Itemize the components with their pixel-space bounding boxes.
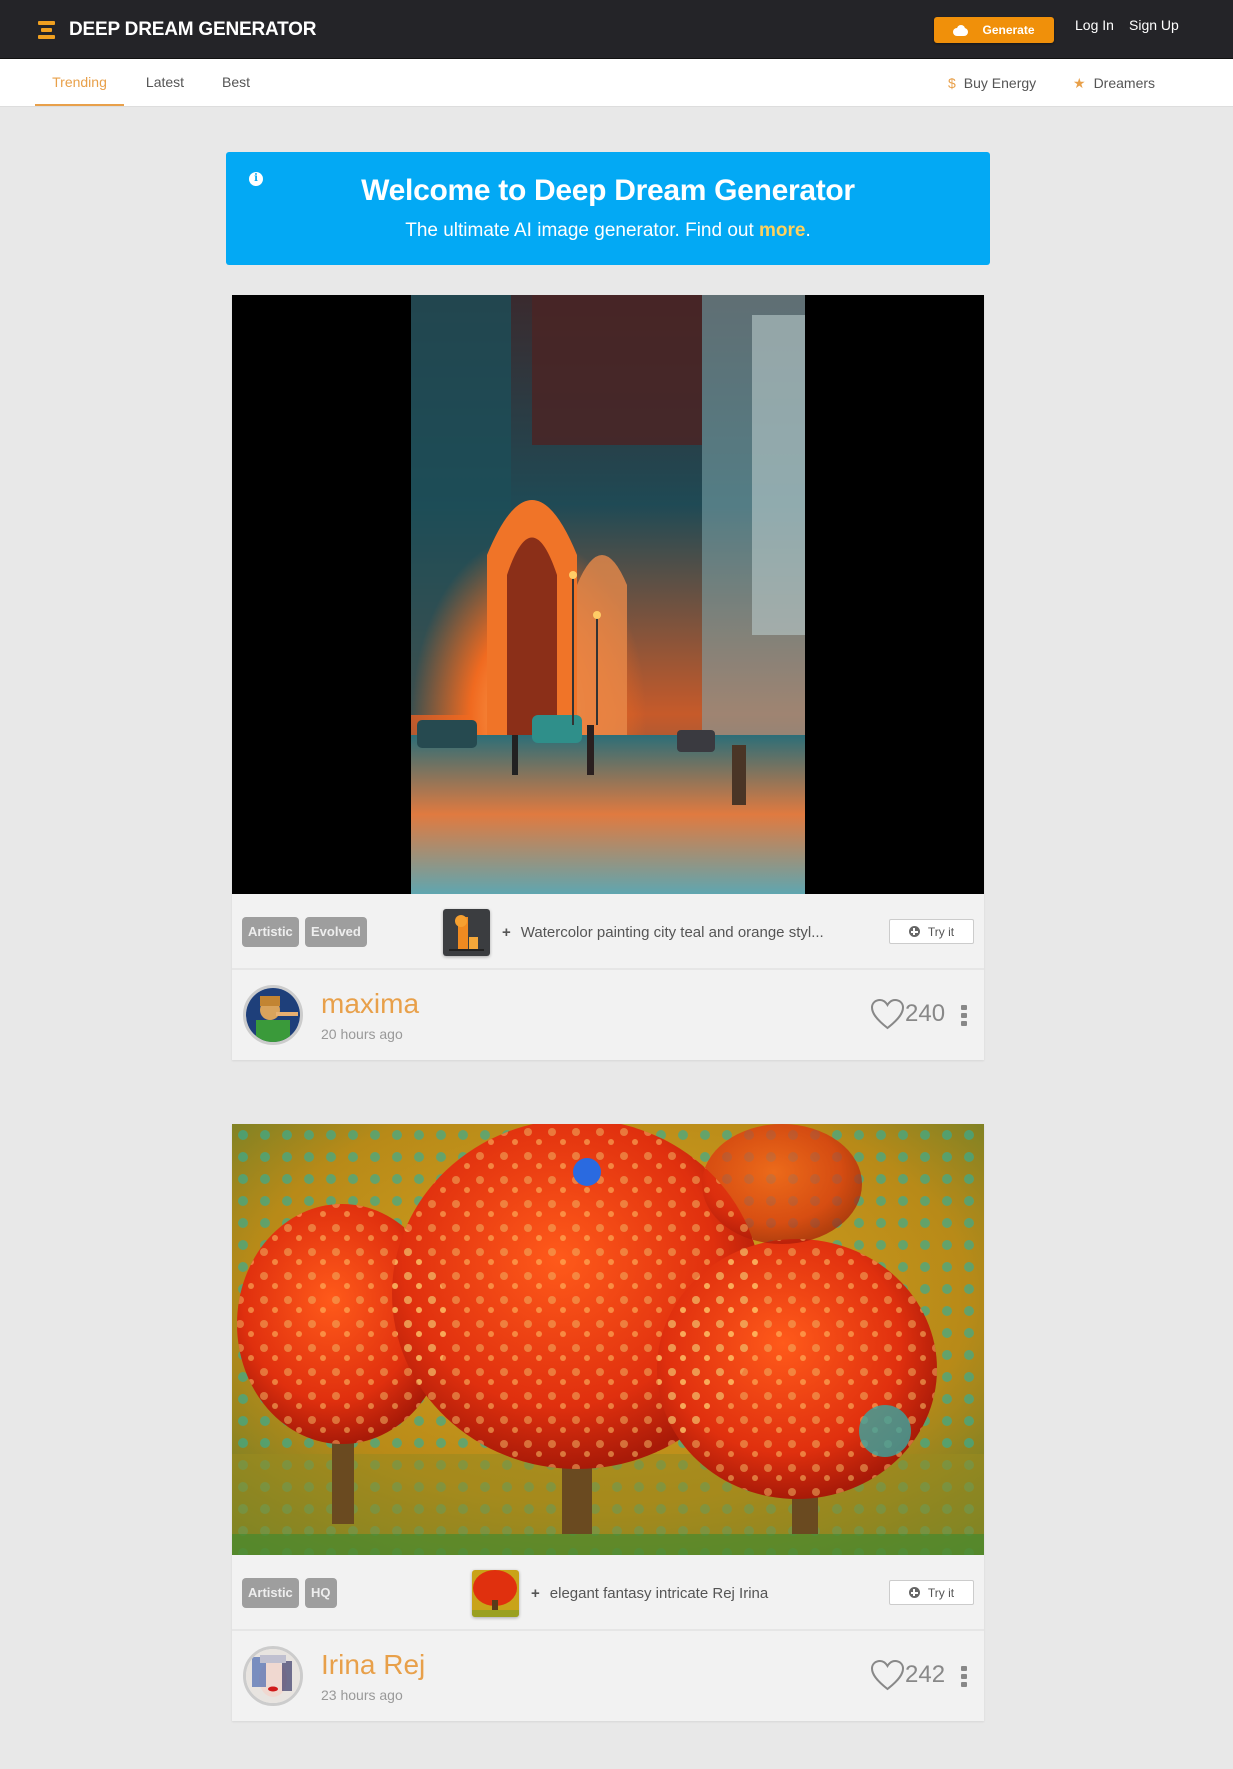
login-link[interactable]: Log In — [1075, 17, 1114, 33]
more-options-icon[interactable] — [961, 1666, 967, 1688]
post-card: Artistic HQ + elegant fantasy intricate … — [232, 1124, 984, 1721]
post-image[interactable] — [232, 1124, 984, 1555]
logo[interactable]: DEEP DREAM GENERATOR — [38, 17, 316, 43]
plus-circle-icon — [908, 1587, 920, 1598]
heart-icon — [870, 1659, 905, 1691]
plus-circle-icon — [908, 926, 920, 937]
buy-energy-label: Buy Energy — [963, 74, 1037, 91]
post-card: Artistic Evolved + Watercolor painting c… — [232, 295, 984, 1060]
prompt[interactable]: + elegant fantasy intricate Rej Irina — [472, 1569, 768, 1617]
prompt-thumbnail — [472, 1569, 519, 1617]
logo-icon — [38, 20, 55, 40]
avatar[interactable] — [243, 1646, 303, 1706]
prompt-thumbnail — [443, 908, 490, 956]
sub-nav: Trending Latest Best $ Buy Energy ★ Drea… — [0, 59, 1233, 107]
generate-label: Generate — [982, 23, 1035, 37]
try-it-button[interactable]: Try it — [889, 1580, 974, 1605]
prompt-text: Watercolor painting city teal and orange… — [520, 923, 824, 941]
banner-subtitle: The ultimate AI image generator. Find ou… — [226, 220, 990, 242]
plus-icon: + — [502, 923, 511, 941]
more-link[interactable]: more — [759, 220, 805, 241]
dollar-icon: $ — [948, 74, 956, 91]
post-image-art — [232, 1124, 984, 1555]
username[interactable]: maxima — [321, 988, 419, 1020]
timestamp: 23 hours ago — [321, 1687, 403, 1703]
prompt-text: elegant fantasy intricate Rej Irina — [549, 1584, 769, 1602]
dreamers-link[interactable]: ★ Dreamers — [1073, 59, 1155, 106]
try-it-label: Try it — [927, 924, 955, 939]
banner-subtitle-period: . — [805, 220, 811, 241]
post-user-row: Irina Rej 23 hours ago 242 — [232, 1631, 984, 1721]
buy-energy-link[interactable]: $ Buy Energy — [948, 59, 1036, 106]
try-it-button[interactable]: Try it — [889, 919, 974, 944]
post-image[interactable] — [232, 295, 984, 894]
username[interactable]: Irina Rej — [321, 1649, 425, 1681]
timestamp: 20 hours ago — [321, 1026, 403, 1042]
signup-link[interactable]: Sign Up — [1129, 17, 1179, 33]
tab-best[interactable]: Best — [208, 59, 264, 106]
tag-artistic[interactable]: Artistic — [242, 917, 299, 947]
banner-title: Welcome to Deep Dream Generator — [361, 174, 855, 207]
tab-trending[interactable]: Trending — [35, 59, 124, 106]
like-button[interactable]: 240 — [870, 998, 945, 1030]
plus-icon: + — [531, 1584, 540, 1602]
like-count: 242 — [905, 1661, 946, 1688]
logo-text: DEEP DREAM GENERATOR — [69, 19, 317, 40]
tag-artistic[interactable]: Artistic — [242, 1578, 299, 1608]
post-meta-row: Artistic HQ + elegant fantasy intricate … — [232, 1555, 984, 1631]
dreamers-label: Dreamers — [1093, 74, 1156, 91]
welcome-banner: i Welcome to Deep Dream Generator The ul… — [226, 152, 990, 265]
tag-hq[interactable]: HQ — [305, 1578, 337, 1608]
try-it-label: Try it — [927, 1585, 955, 1600]
like-count: 240 — [905, 1000, 946, 1027]
tag-evolved[interactable]: Evolved — [305, 917, 367, 947]
post-image-art — [411, 295, 805, 894]
more-options-icon[interactable] — [961, 1005, 967, 1027]
star-icon: ★ — [1073, 74, 1086, 91]
generate-button[interactable]: Generate — [934, 17, 1054, 43]
cloud-upload-icon — [953, 24, 969, 36]
post-meta-row: Artistic Evolved + Watercolor painting c… — [232, 894, 984, 970]
avatar[interactable] — [243, 985, 303, 1045]
like-button[interactable]: 242 — [870, 1659, 945, 1691]
banner-subtitle-text: The ultimate AI image generator. Find ou… — [405, 220, 760, 241]
heart-icon — [870, 998, 905, 1030]
prompt[interactable]: + Watercolor painting city teal and oran… — [443, 908, 824, 956]
top-bar: DEEP DREAM GENERATOR Generate Log In Sig… — [0, 0, 1233, 59]
post-user-row: maxima 20 hours ago 240 — [232, 970, 984, 1060]
tab-latest[interactable]: Latest — [136, 59, 194, 106]
